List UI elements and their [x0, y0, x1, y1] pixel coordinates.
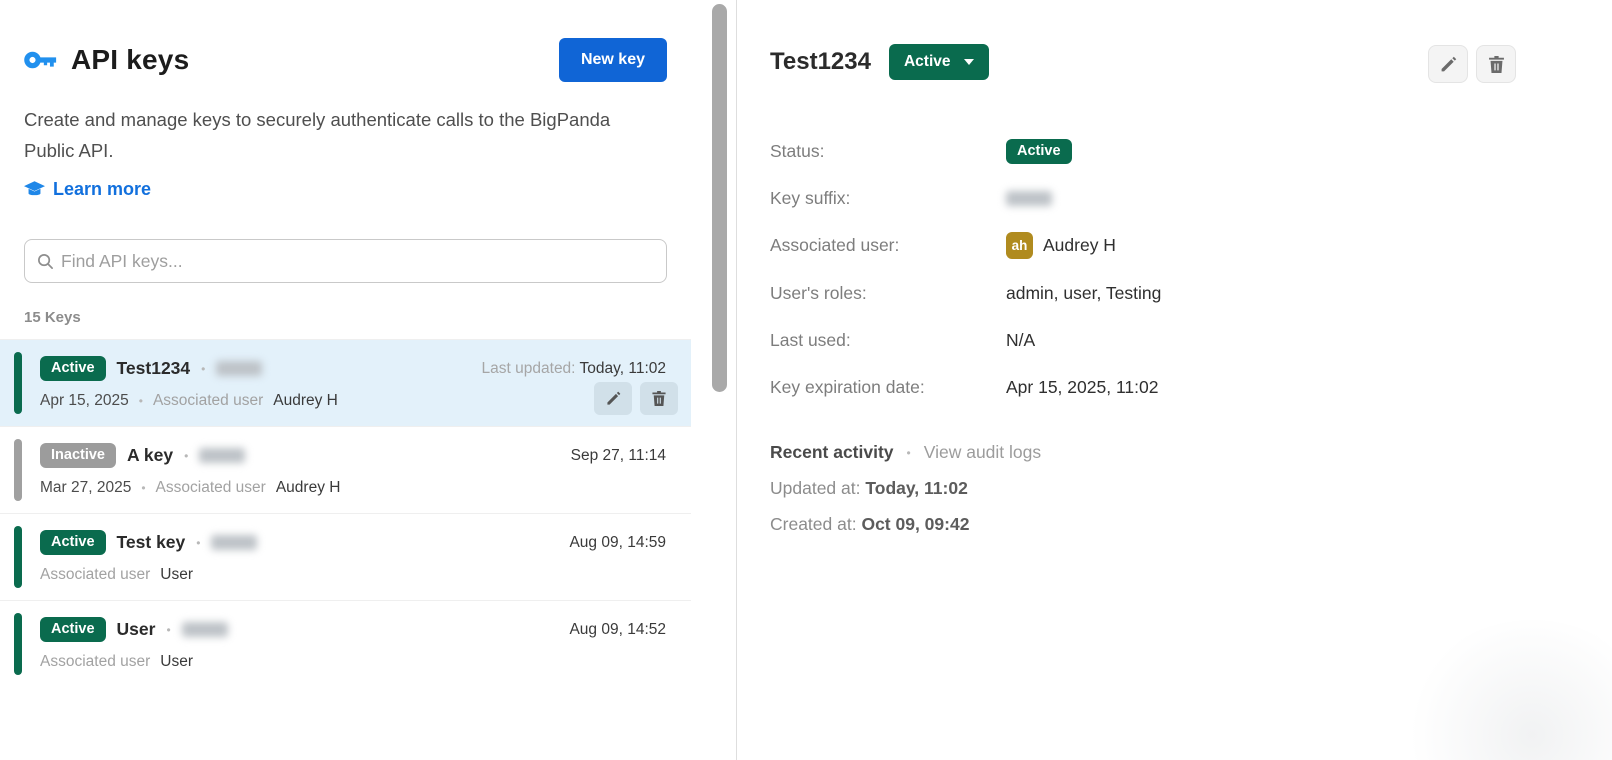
recent-activity-title: Recent activity: [770, 442, 894, 462]
field-label: Last used:: [770, 329, 851, 350]
api-key-list-item[interactable]: Inactive A key • Sep 27, 11:14 Mar 27, 2…: [0, 426, 691, 513]
search-box: [24, 239, 667, 283]
created-at-line: Created at: Oct 09, 09:42: [770, 514, 970, 534]
api-key-list: Active Test1234 • Last updated: Today, 1…: [0, 339, 691, 687]
edit-key-button[interactable]: [594, 382, 632, 415]
search-input[interactable]: [61, 250, 654, 272]
view-audit-logs-link[interactable]: View audit logs: [924, 442, 1041, 463]
graduation-cap-icon: [24, 181, 45, 198]
associated-user-name: Audrey H: [273, 392, 338, 409]
dot-separator: •: [138, 394, 143, 408]
field-value: [1006, 190, 1052, 206]
dot-separator: •: [201, 361, 206, 376]
field-label: User's roles:: [770, 282, 867, 303]
key-name: User: [116, 619, 156, 639]
panel-description: Create and manage keys to securely authe…: [24, 109, 611, 161]
field-value: ah Audrey H: [1006, 232, 1116, 259]
redacted-key-suffix: [216, 361, 263, 376]
field-value: Apr 15, 2025, 11:02: [1006, 376, 1159, 397]
associated-user-name: User: [160, 653, 194, 670]
key-icon: [24, 48, 58, 72]
redacted-key-suffix: [1006, 190, 1052, 206]
key-timestamp: Aug 09, 14:59: [569, 533, 666, 551]
status-badge: Active: [1006, 138, 1072, 164]
updated-at-line: Updated at: Today, 11:02: [770, 478, 968, 498]
pencil-icon: [606, 391, 621, 406]
detail-fields: Status: Active Key suffix: Associated us…: [770, 138, 1612, 400]
associated-user-name: Audrey H: [275, 479, 341, 496]
status-color-bar: [14, 613, 22, 675]
redacted-key-suffix: [199, 448, 246, 463]
field-label: Key expiration date:: [770, 376, 925, 397]
new-key-button[interactable]: New key: [558, 38, 667, 82]
api-keys-panel: API keys New key Create and manage keys …: [0, 0, 691, 760]
search-icon: [37, 253, 54, 270]
associated-user-label: Associated user: [152, 392, 264, 409]
status-color-bar: [14, 526, 22, 588]
key-timestamp: Aug 09, 14:52: [569, 620, 666, 638]
redacted-key-suffix: [211, 535, 258, 550]
api-key-list-item[interactable]: Active User • Aug 09, 14:52 Associated u…: [0, 600, 691, 687]
edit-key-button[interactable]: [1428, 45, 1468, 83]
field-value: admin, user, Testing: [1006, 282, 1162, 303]
row-actions: [594, 382, 678, 415]
field-value: Active: [1006, 138, 1072, 164]
chevron-down-icon: [963, 59, 974, 65]
status-color-bar: [14, 352, 22, 414]
panel-divider: [736, 0, 737, 760]
detail-field-row: Associated user: ah Audrey H: [770, 232, 1612, 259]
pencil-icon: [1440, 56, 1457, 73]
redacted-key-suffix: [181, 622, 228, 637]
associated-user-label: Associated user: [40, 653, 151, 670]
detail-field-row: Key suffix:: [770, 185, 1612, 211]
detail-title: Test1234: [770, 48, 871, 75]
delete-key-button[interactable]: [640, 382, 678, 415]
keys-count-label: 15 Keys: [24, 309, 81, 326]
delete-key-button[interactable]: [1476, 45, 1516, 83]
associated-user-name: Audrey H: [1043, 235, 1116, 255]
field-label: Key suffix:: [770, 187, 851, 208]
status-dropdown[interactable]: Active: [888, 44, 989, 80]
dot-separator: •: [906, 445, 911, 460]
associated-user-name: User: [160, 566, 194, 583]
status-badge: Active: [40, 617, 106, 642]
status-badge: Active: [40, 356, 106, 381]
recent-activity-section: Recent activity • View audit logs Update…: [770, 442, 1612, 535]
key-date: Apr 15, 2025: [40, 392, 129, 409]
key-detail-panel: Test1234 Active Status: Active Key suffi…: [770, 0, 1612, 760]
detail-actions: [1428, 45, 1516, 83]
detail-field-row: User's roles: admin, user, Testing: [770, 280, 1612, 306]
status-badge: Active: [40, 530, 106, 555]
field-label: Status:: [770, 140, 825, 161]
dot-separator: •: [166, 622, 171, 637]
field-label: Associated user:: [770, 235, 900, 255]
trash-icon: [652, 391, 666, 406]
page-title: API keys: [71, 44, 190, 75]
key-timestamp: Last updated: Today, 11:02: [481, 359, 666, 377]
detail-field-row: Status: Active: [770, 138, 1612, 164]
key-name: A key: [127, 445, 174, 465]
detail-field-row: Last used: N/A: [770, 327, 1612, 353]
key-timestamp: Sep 27, 11:14: [570, 446, 666, 464]
associated-user-label: Associated user: [155, 479, 266, 496]
user-avatar: ah: [1006, 232, 1033, 259]
associated-user-label: Associated user: [40, 566, 151, 583]
api-key-list-item[interactable]: Active Test1234 • Last updated: Today, 1…: [0, 339, 691, 426]
panel-header: API keys New key: [24, 38, 667, 82]
status-badge: Inactive: [40, 443, 116, 468]
key-date: Mar 27, 2025: [40, 479, 132, 496]
key-name: Test key: [116, 532, 186, 552]
trash-icon: [1488, 55, 1504, 73]
api-key-list-item[interactable]: Active Test key • Aug 09, 14:59 Associat…: [0, 513, 691, 600]
detail-field-row: Key expiration date: Apr 15, 2025, 11:02: [770, 374, 1612, 400]
dot-separator: •: [141, 481, 146, 495]
field-value: N/A: [1006, 329, 1036, 350]
dot-separator: •: [184, 448, 189, 463]
dot-separator: •: [196, 535, 201, 550]
list-scrollbar[interactable]: [712, 4, 727, 392]
key-name: Test1234: [116, 358, 191, 378]
status-color-bar: [14, 439, 22, 501]
learn-more-link[interactable]: Learn more: [24, 179, 151, 200]
